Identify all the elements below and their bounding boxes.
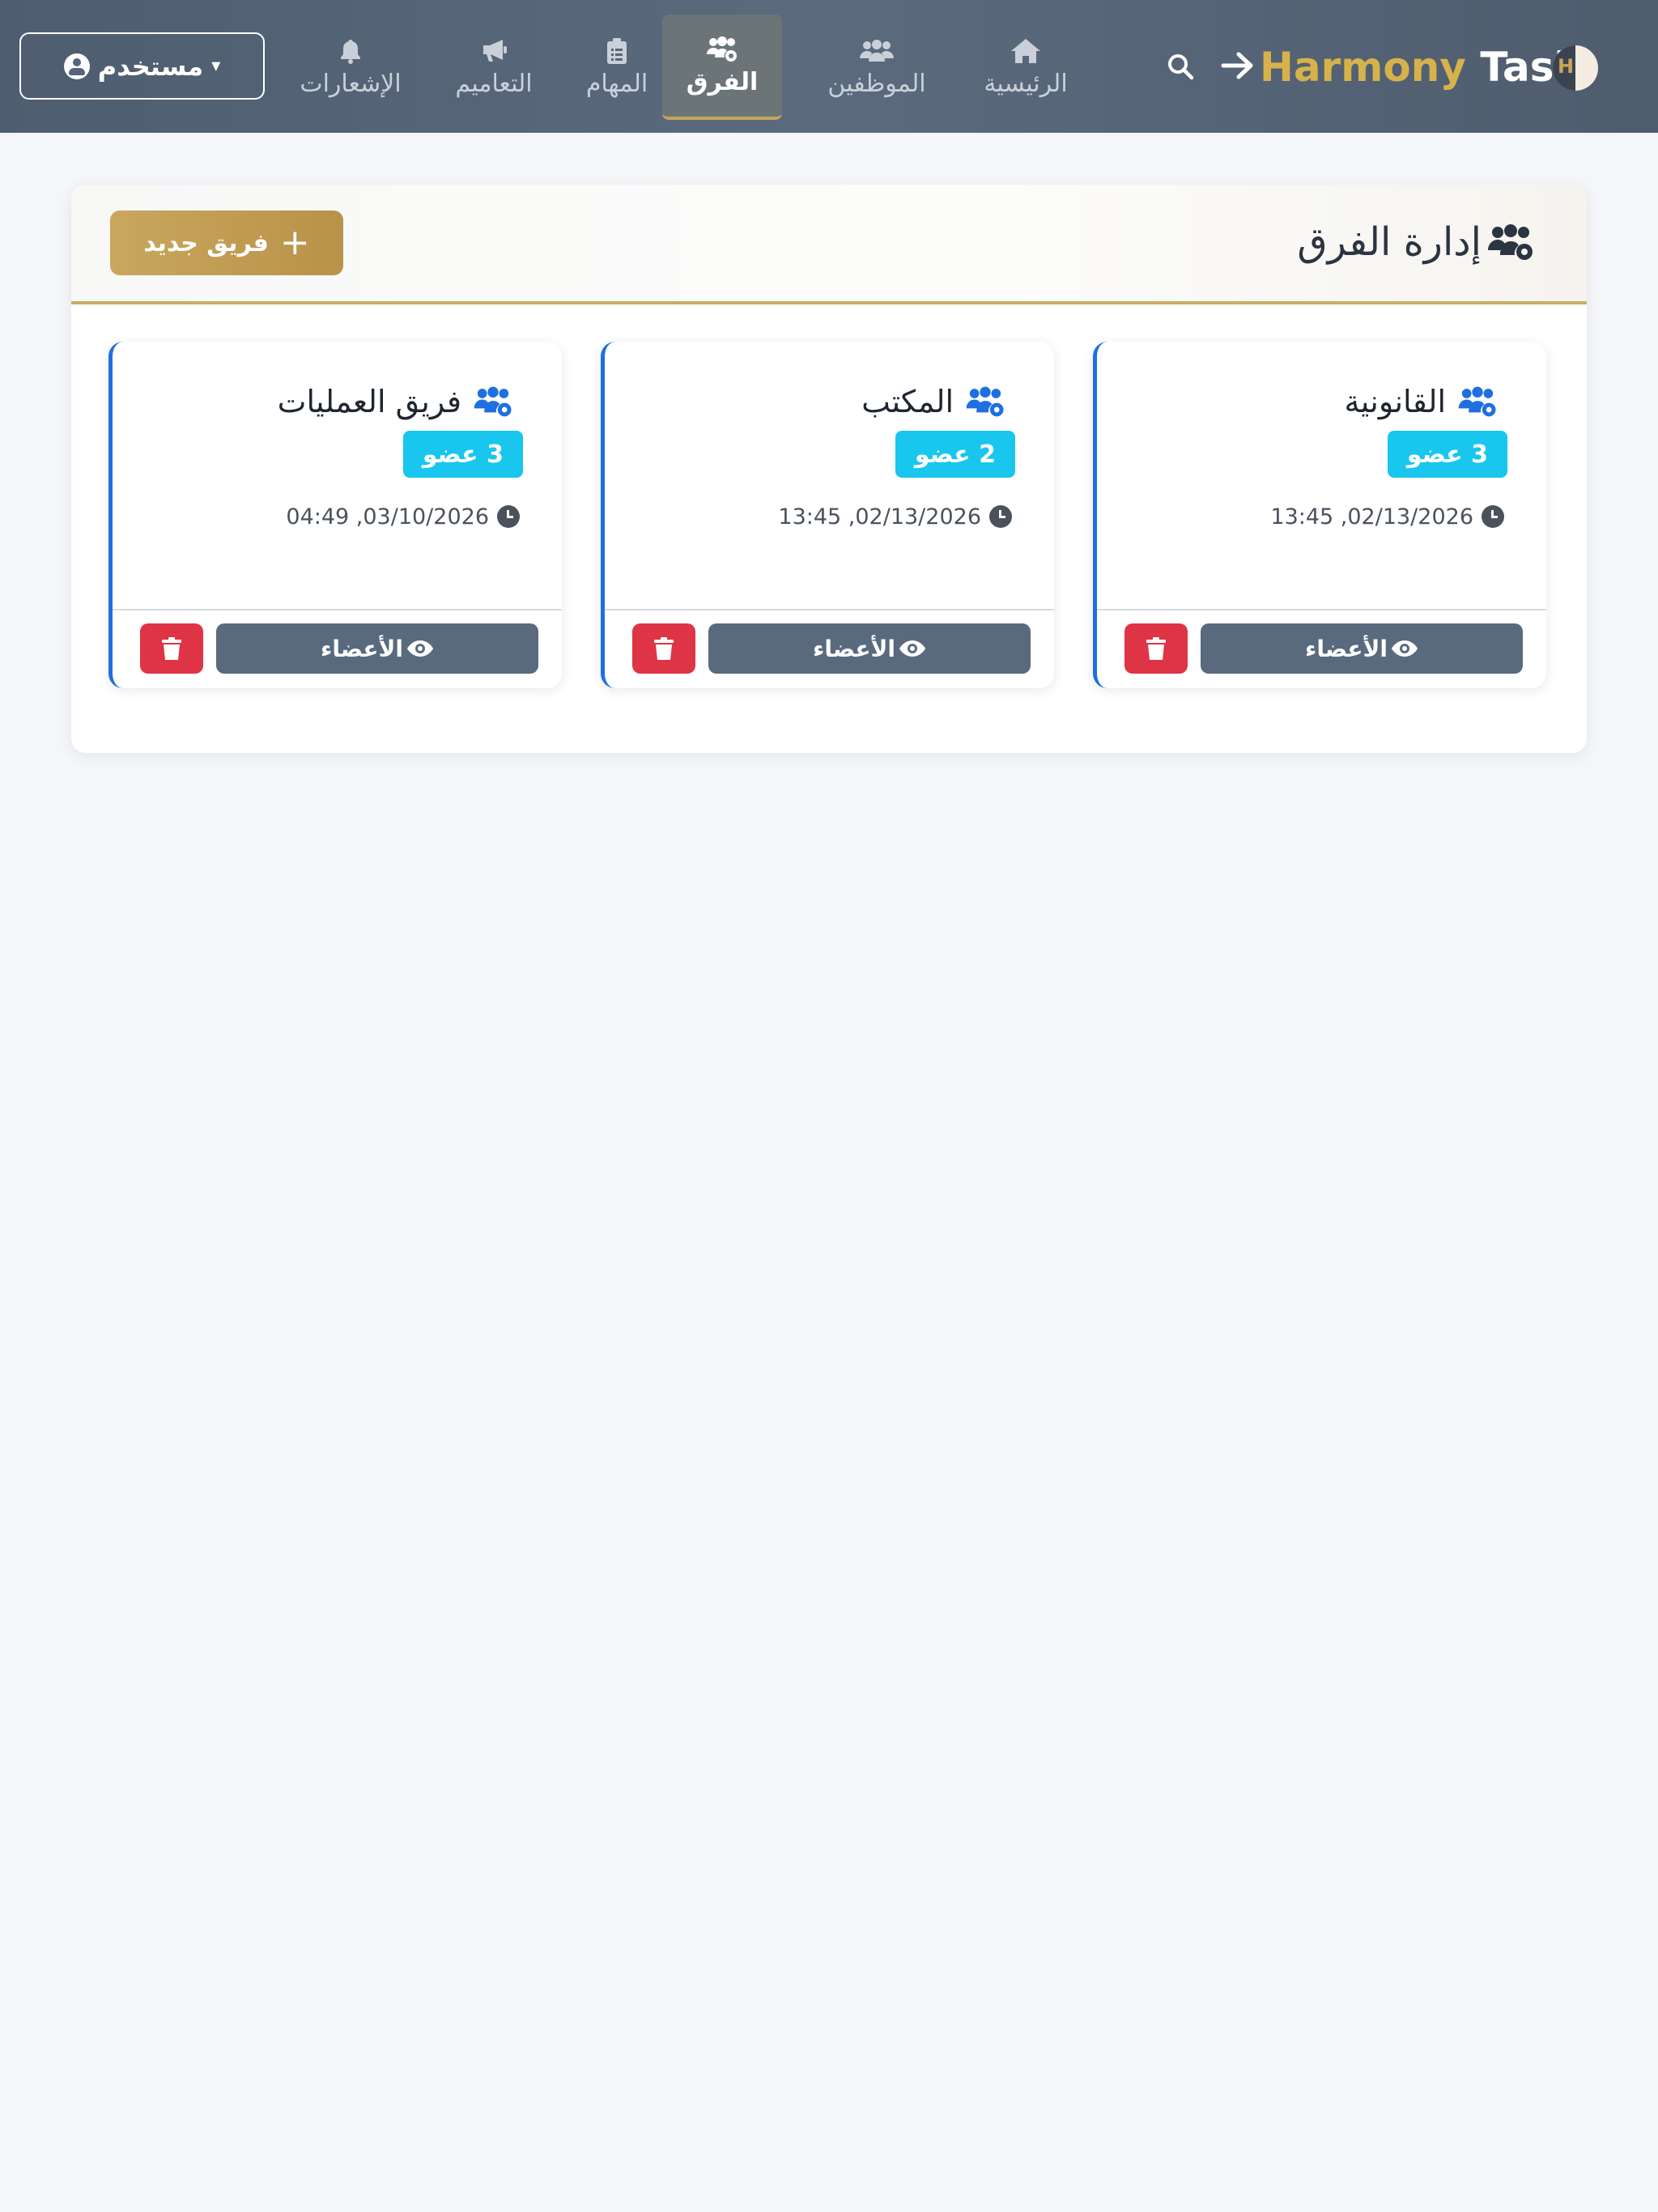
members-count-badge: 3 عضو (1387, 431, 1507, 478)
view-members-button[interactable]: الأعضاء (1201, 623, 1523, 674)
logo-letter: H (1558, 55, 1575, 78)
delete-team-button[interactable] (1124, 623, 1188, 674)
users-gear-icon (1458, 386, 1496, 417)
eye-icon (899, 640, 925, 657)
brand-logo: H (1553, 45, 1598, 91)
nav-item-label: التعاميم (455, 69, 533, 98)
nav-item-label: المهام (585, 69, 648, 98)
team-name: المكتب (861, 377, 1005, 426)
delete-team-button[interactable] (632, 623, 695, 674)
arrow-right-icon (1221, 52, 1253, 79)
team-card: المكتب 2 عضو 02/13/2026, 13:45 الأعضاء (601, 342, 1054, 688)
nav-item-label: الرئيسية (984, 69, 1068, 98)
nav-item-employees[interactable]: الموظفين (816, 15, 937, 120)
trash-icon (654, 637, 674, 660)
page-title-text: إدارة الفرق (1297, 219, 1482, 265)
members-count-badge: 2 عضو (895, 431, 1015, 478)
date-text: 03/10/2026, 04:49 (286, 504, 489, 530)
card-divider (1097, 609, 1546, 610)
eye-icon (407, 640, 433, 657)
nav-item-circulars[interactable]: التعاميم (447, 15, 541, 120)
nav-item-label: الإشعارات (300, 69, 402, 98)
date-text: 02/13/2026, 13:45 (1270, 504, 1473, 530)
caret-down-icon: ▾ (211, 56, 221, 76)
users-icon (860, 37, 894, 65)
view-members-label: الأعضاء (1305, 635, 1388, 662)
members-count-badge: 3 عضو (402, 431, 523, 478)
users-gear-icon (474, 386, 512, 417)
view-members-button[interactable]: الأعضاء (708, 623, 1031, 674)
home-icon (1010, 37, 1041, 65)
user-menu-label: مستخدم (97, 50, 204, 82)
team-name-text: فريق العمليات (277, 384, 461, 419)
date-text: 02/13/2026, 13:45 (778, 504, 981, 530)
clock-icon (989, 505, 1012, 528)
page-title: إدارة الفرق (1297, 214, 1535, 270)
team-card: فريق العمليات 3 عضو 03/10/2026, 04:49 ال… (108, 342, 562, 688)
user-circle-icon (63, 53, 90, 79)
team-name: القانونية (1344, 377, 1498, 426)
team-created-date: 03/10/2026, 04:49 (286, 500, 520, 533)
view-members-label: الأعضاء (321, 635, 403, 662)
nav-item-label: الفرق (686, 67, 759, 96)
plus-icon: + (279, 222, 310, 263)
nav-item-teams[interactable]: الفرق (662, 15, 782, 120)
team-card: القانونية 3 عضو 02/13/2026, 13:45 الأعضا… (1093, 342, 1546, 688)
team-name: فريق العمليات (278, 377, 513, 426)
search-icon[interactable] (1166, 52, 1195, 81)
users-gear-icon (966, 386, 1004, 417)
clock-icon (1482, 505, 1504, 528)
view-members-label: الأعضاء (813, 635, 895, 662)
brand-title[interactable]: Harmony Task (1260, 39, 1581, 96)
delete-team-button[interactable] (140, 623, 203, 674)
user-menu-button[interactable]: ▾ مستخدم (19, 32, 265, 100)
card-divider (113, 609, 562, 610)
new-team-button[interactable]: + فريق جديد (110, 211, 343, 275)
team-name-text: المكتب (861, 384, 954, 419)
card-divider (605, 609, 1054, 610)
nav-item-tasks[interactable]: المهام (573, 15, 661, 120)
users-gear-icon (1488, 224, 1533, 260)
bell-icon (338, 37, 363, 65)
trash-icon (1146, 637, 1166, 660)
nav-item-label: الموظفين (827, 69, 926, 98)
nav-item-notifications[interactable]: الإشعارات (291, 15, 410, 120)
clipboard-list-icon (606, 37, 627, 65)
trash-icon (162, 637, 181, 660)
clock-icon (497, 505, 520, 528)
nav-item-home[interactable]: الرئيسية (971, 15, 1080, 120)
team-created-date: 02/13/2026, 13:45 (778, 500, 1012, 533)
users-gear-icon (706, 36, 738, 63)
view-members-button[interactable]: الأعضاء (216, 623, 538, 674)
eye-icon (1392, 640, 1418, 657)
teams-panel: إدارة الفرق + فريق جديد القانونية 3 عضو … (71, 185, 1587, 753)
new-team-label: فريق جديد (143, 228, 269, 257)
top-navbar: ▾ مستخدم الإشعارات التعاميم المهام الفرق (0, 0, 1658, 133)
team-name-text: القانونية (1344, 384, 1446, 419)
team-created-date: 02/13/2026, 13:45 (1270, 500, 1504, 533)
panel-header: إدارة الفرق + فريق جديد (71, 185, 1587, 304)
brand-part-harmony: Harmony (1260, 44, 1466, 91)
bullhorn-icon (480, 37, 508, 65)
